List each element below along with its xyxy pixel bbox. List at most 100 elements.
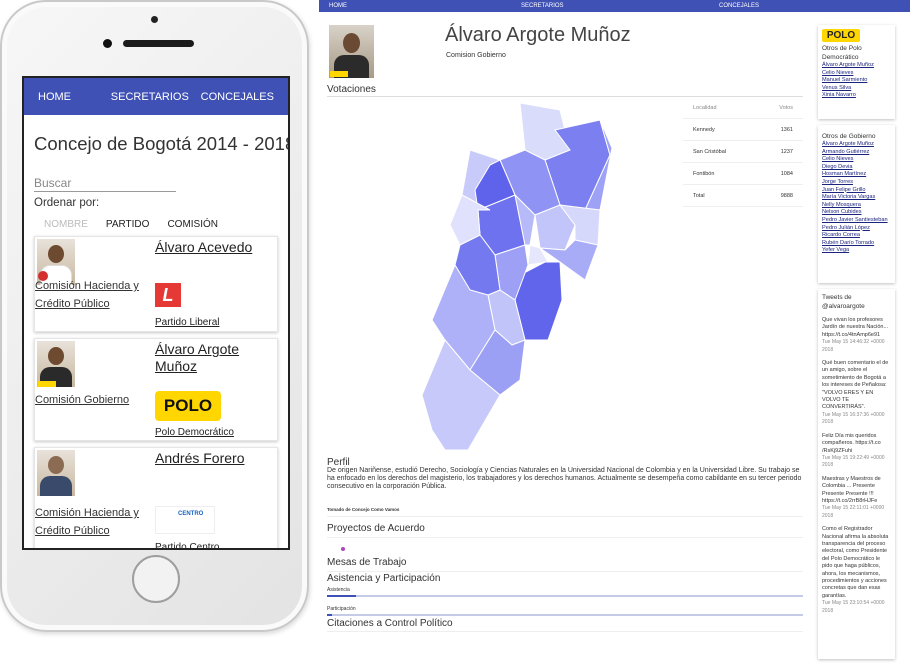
list-item[interactable]: Álvaro Acevedo Comisión Hacienda y Crédi… bbox=[34, 236, 278, 332]
party-link[interactable]: Partido Centro bbox=[155, 542, 219, 548]
commission-member-link[interactable]: María Victoria Vargas bbox=[822, 194, 891, 202]
profile-text: De origen Nariñense, estudió Derecho, So… bbox=[327, 467, 802, 490]
party-member-list: Álvaro Argote Muñoz Celio Nieves Manuel Sa… bbox=[822, 62, 891, 100]
divider bbox=[327, 571, 803, 572]
nav-secretarios[interactable]: SECRETARIOS bbox=[111, 91, 189, 103]
nav-home[interactable]: HOME bbox=[329, 0, 347, 12]
camera-dot bbox=[151, 16, 158, 23]
commission-member-link[interactable]: Nelson Cubides bbox=[822, 209, 891, 217]
party-link[interactable]: Partido Liberal bbox=[155, 317, 219, 328]
tweet-list: Que vivan los profesores Jardín de nuest… bbox=[822, 317, 891, 615]
party-member-link[interactable]: Manuel Sarmiento bbox=[822, 77, 891, 85]
phone-screen: HOME SECRETARIOS CONCEJALES Concejo de B… bbox=[22, 76, 290, 550]
polo-logo: POLO bbox=[822, 29, 860, 42]
commission-member-link[interactable]: Nelly Mosquera bbox=[822, 202, 891, 210]
speaker-grille bbox=[123, 40, 194, 47]
section-votaciones: Votaciones bbox=[327, 84, 376, 95]
asistencia-bar-track bbox=[327, 595, 803, 597]
party-logo: L bbox=[155, 283, 181, 307]
table-row: Total 9888 bbox=[683, 185, 803, 207]
councilor-name[interactable]: Álvaro Acevedo bbox=[155, 239, 252, 256]
phone-mockup: HOME SECRETARIOS CONCEJALES Concejo de B… bbox=[0, 0, 309, 632]
party-member-link[interactable]: Álvaro Argote Muñoz bbox=[822, 62, 891, 70]
tweet: Feliz Día mis queridos compañeros. https… bbox=[822, 433, 891, 470]
commission-member-link[interactable]: Ricardo Correa bbox=[822, 232, 891, 240]
divider bbox=[327, 631, 803, 632]
section-mesas: Mesas de Trabajo bbox=[327, 557, 407, 568]
desktop-navbar: HOME SECRETARIOS CONCEJALES bbox=[319, 0, 910, 12]
votes-table: Localidad Votos Kennedy 1361 San Cristóbal… bbox=[683, 97, 803, 207]
commission-member-link[interactable]: Yefer Vega bbox=[822, 247, 891, 255]
list-item[interactable]: Álvaro Argote Muñoz Comisión Gobierno PO… bbox=[34, 338, 278, 441]
home-button[interactable] bbox=[132, 555, 180, 603]
commission-label: Comision Gobierno bbox=[446, 52, 506, 59]
party-link[interactable]: Polo Democrático bbox=[155, 427, 234, 438]
list-item[interactable]: Andrés Forero Comisión Hacienda y Crédit… bbox=[34, 447, 278, 548]
cell: Fontibón bbox=[693, 170, 715, 177]
sort-nombre[interactable]: NOMBRE bbox=[44, 219, 88, 230]
tweet-date: Tue May 15 23:10:54 +0000 2018 bbox=[822, 600, 885, 614]
nav-home[interactable]: HOME bbox=[38, 91, 71, 103]
commission-link[interactable]: Comisión Gobierno bbox=[35, 391, 129, 409]
tweets-card: Tweets de @alvaroargote Que vivan los pr… bbox=[818, 289, 895, 659]
party-logo: POLO bbox=[155, 391, 221, 421]
divider bbox=[327, 537, 803, 538]
councilor-name[interactable]: Álvaro Argote Muñoz bbox=[155, 341, 265, 375]
sort-partido[interactable]: PARTIDO bbox=[106, 219, 150, 230]
tweets-title: Tweets de @alvaroargote bbox=[822, 294, 865, 310]
asistencia-bar-fill bbox=[327, 595, 356, 597]
commission-member-link[interactable]: Pedro Julián López bbox=[822, 225, 891, 233]
tweet-text: Como el Registrador Nacional afirma la a… bbox=[822, 526, 889, 599]
commission-member-link[interactable]: Juan Felipe Grillo bbox=[822, 187, 891, 195]
search-input[interactable] bbox=[34, 175, 176, 192]
col-header: Votos bbox=[779, 104, 793, 111]
bullet-dot bbox=[341, 547, 345, 551]
asistencia-label: Asistencia bbox=[327, 587, 350, 593]
commission-member-link[interactable]: Pedro Javier Santiesteban bbox=[822, 217, 891, 225]
tweet: Qué buen comentario el de un amigo, sobr… bbox=[822, 360, 891, 427]
commission-member-link[interactable]: Celio Nieves bbox=[822, 156, 891, 164]
commission-card-title: Otros de Gobierno bbox=[822, 133, 876, 140]
nav-concejales[interactable]: CONCEJALES bbox=[201, 91, 274, 103]
front-camera bbox=[103, 39, 112, 48]
commission-member-link[interactable]: Hosman Martínez bbox=[822, 171, 891, 179]
divider bbox=[327, 516, 803, 517]
party-member-link[interactable]: Xinia Navarro bbox=[822, 92, 891, 100]
section-citaciones: Citaciones a Control Político bbox=[327, 618, 453, 629]
tweet-text: Qué buen comentario el de un amigo, sobr… bbox=[822, 360, 889, 411]
party-member-link[interactable]: Venus Silva bbox=[822, 85, 891, 93]
commission-member-link[interactable]: Jorge Torres bbox=[822, 179, 891, 187]
sort-comision[interactable]: COMISIÓN bbox=[167, 219, 218, 230]
col-header: Localidad bbox=[693, 104, 717, 111]
table-row: Fontibón 1084 bbox=[683, 163, 803, 185]
nav-secretarios[interactable]: SECRETARIOS bbox=[521, 0, 564, 12]
councilor-name[interactable]: Andrés Forero bbox=[155, 450, 244, 467]
section-proyectos: Proyectos de Acuerdo bbox=[327, 523, 425, 534]
nav-concejales[interactable]: CONCEJALES bbox=[719, 0, 759, 12]
commission-link[interactable]: Comisión Hacienda y Crédito Público bbox=[35, 277, 153, 313]
tweet-date: Tue May 15 22:11:01 +0000 2018 bbox=[822, 505, 885, 519]
avatar bbox=[37, 450, 75, 496]
tweet-text: Maestras y Maestros de Colombia ... Pres… bbox=[822, 475, 881, 504]
cell: San Cristóbal bbox=[693, 148, 727, 155]
sort-options: NOMBRE PARTIDO COMISIÓN bbox=[34, 219, 278, 230]
participacion-label: Participación bbox=[327, 606, 356, 612]
commission-member-link[interactable]: Diego Devia bbox=[822, 164, 891, 172]
party-logo: CENTRO bbox=[155, 506, 215, 534]
table-row: Kennedy 1361 bbox=[683, 119, 803, 141]
table-row: San Cristóbal 1237 bbox=[683, 141, 803, 163]
commission-member-link[interactable]: Rubén Darío Torrado bbox=[822, 240, 891, 248]
source-note: Tomado de Concejo Como Vamos bbox=[327, 507, 400, 512]
commission-member-link[interactable]: Álvaro Argote Muñoz bbox=[822, 141, 891, 149]
avatar bbox=[37, 341, 75, 387]
tweet: Maestras y Maestros de Colombia ... Pres… bbox=[822, 476, 891, 520]
commission-link[interactable]: Comisión Hacienda y Crédito Público bbox=[35, 504, 153, 540]
tweet-date: Tue May 15 19:22:49 +0000 2018 bbox=[822, 454, 885, 469]
commission-member-link[interactable]: Armando Gutiérrez bbox=[822, 149, 891, 157]
participacion-bar-track bbox=[327, 614, 803, 616]
avatar bbox=[329, 25, 374, 78]
table-header: Localidad Votos bbox=[683, 97, 803, 119]
mobile-navbar: HOME SECRETARIOS CONCEJALES bbox=[24, 78, 288, 115]
party-member-link[interactable]: Celio Nieves bbox=[822, 70, 891, 78]
tweet-text: Feliz Día mis queridos compañeros. https… bbox=[822, 432, 881, 454]
